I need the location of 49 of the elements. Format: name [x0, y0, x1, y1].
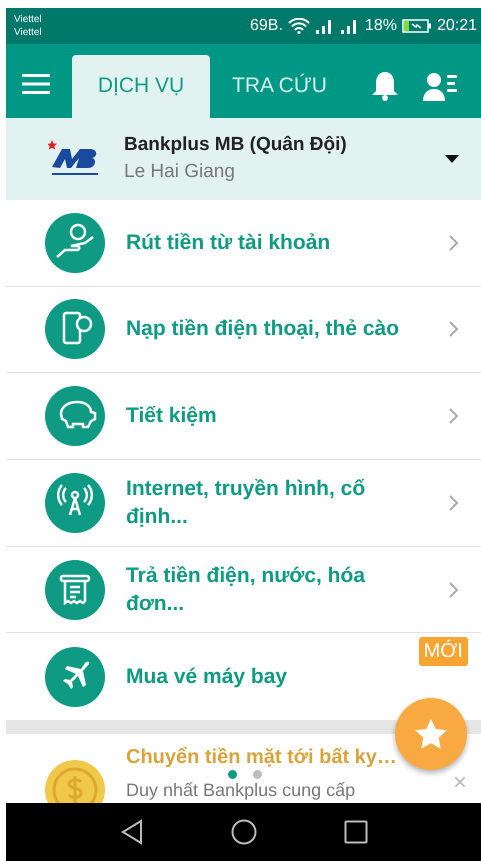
antenna-icon	[45, 472, 105, 533]
phone-coin-icon	[45, 299, 105, 360]
service-label: Mua vé máy bay	[126, 664, 288, 690]
hand-coin-icon	[45, 212, 105, 273]
clock: 20:21	[436, 16, 477, 35]
service-label: Internet, truyền hình, cố định...	[126, 476, 366, 530]
service-label: Rút tiền từ tài khoản	[126, 230, 332, 256]
page-dot[interactable]	[253, 770, 262, 780]
menu-icon[interactable]	[22, 72, 50, 95]
page-dot[interactable]	[228, 770, 237, 780]
service-item[interactable]: Nạp tiền điện thoại, thẻ cào	[6, 286, 481, 374]
bank-name: Bankplus MB (Quân Đội)	[124, 134, 348, 156]
tab[interactable]: TRA CỨU	[210, 54, 349, 118]
chevron-icon	[449, 321, 459, 338]
favorite-button[interactable]	[395, 698, 467, 770]
carrier-name: Viettel	[14, 26, 42, 39]
piggy-bank-icon	[45, 386, 105, 446]
airplane-icon	[45, 646, 105, 707]
service-item[interactable]: Mua vé máy bay MỚI	[6, 633, 481, 720]
profile-icon[interactable]	[423, 70, 457, 101]
network-speed: 69B.	[250, 16, 283, 35]
wifi-icon	[288, 18, 310, 34]
service-label: Nạp tiền điện thoại, thẻ cào	[126, 316, 400, 342]
chevron-icon	[449, 582, 459, 598]
chevron-icon	[449, 234, 459, 251]
service-label: Trả tiền điện, nước, hóa đơn...	[126, 562, 366, 617]
promo-title: Chuyển tiền mặt tới bất ky…	[126, 745, 397, 770]
bell-icon[interactable]	[371, 70, 399, 102]
recents-icon[interactable]	[344, 820, 368, 844]
carrier-name: Viettel	[14, 12, 42, 26]
battery-icon	[402, 18, 432, 34]
service-item[interactable]: Rút tiền từ tài khoản	[6, 200, 481, 287]
promo-text: Duy nhất Bankplus cung cấp	[126, 780, 356, 802]
service-label: Tiết kiệm	[126, 403, 218, 430]
chevron-icon	[449, 494, 459, 511]
dropdown-icon[interactable]	[445, 154, 459, 163]
account-holder: Le Hai Giang	[124, 161, 236, 184]
home-icon[interactable]	[230, 819, 256, 845]
close-button[interactable]: ×	[452, 772, 467, 794]
service-item[interactable]: Tiết kiệm	[6, 373, 481, 460]
star-icon	[414, 718, 448, 750]
battery-percent: 18%	[364, 16, 397, 35]
service-item[interactable]: Internet, truyền hình, cố định...	[6, 460, 481, 547]
chevron-icon	[449, 408, 459, 424]
new-badge: MỚI	[418, 637, 468, 666]
receipt-icon	[45, 560, 105, 620]
service-item[interactable]: Trả tiền điện, nước, hóa đơn...	[6, 546, 481, 634]
tab[interactable]: DỊCH VỤ	[72, 54, 210, 118]
back-icon[interactable]	[120, 819, 144, 845]
